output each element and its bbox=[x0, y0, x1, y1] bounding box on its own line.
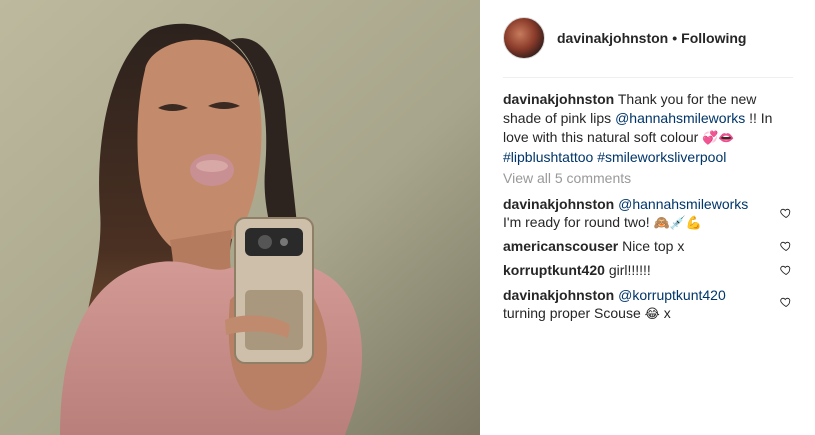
heart-icon[interactable] bbox=[780, 296, 792, 308]
caption-mention[interactable]: @hannahsmileworks bbox=[615, 110, 745, 126]
comment-mention[interactable]: @hannahsmileworks bbox=[618, 196, 748, 212]
following-button[interactable]: Following bbox=[681, 30, 746, 46]
comment-text-after: x bbox=[659, 305, 671, 321]
heart-icon[interactable] bbox=[780, 264, 792, 276]
post-username[interactable]: davinakjohnston bbox=[557, 30, 668, 46]
comment-username[interactable]: davinakjohnston bbox=[503, 196, 614, 212]
comment-item: americanscouser Nice top x bbox=[503, 237, 765, 255]
header-text: davinakjohnston • Following bbox=[557, 30, 746, 46]
caption-emojis: 💞👄 bbox=[702, 131, 735, 146]
photo-illustration bbox=[0, 0, 480, 435]
comment-item: davinakjohnston @hannahsmileworks I'm re… bbox=[503, 195, 765, 233]
separator-dot: • bbox=[672, 30, 678, 46]
hashtag-link[interactable]: #lipblushtattoo bbox=[503, 149, 593, 165]
comment-text: turning proper Scouse bbox=[503, 305, 645, 321]
caption: davinakjohnston Thank you for the new sh… bbox=[503, 90, 793, 167]
post-panel: davinakjohnston • Following davinakjohnsto… bbox=[481, 0, 815, 435]
post-photo[interactable] bbox=[0, 0, 480, 435]
avatar[interactable] bbox=[503, 17, 545, 59]
comment-mention[interactable]: @korruptkunt420 bbox=[618, 287, 726, 303]
post-header: davinakjohnston • Following bbox=[503, 16, 791, 60]
caption-username[interactable]: davinakjohnston bbox=[503, 91, 614, 107]
comment-text: girl!!!!!! bbox=[608, 262, 651, 278]
comment-username[interactable]: americanscouser bbox=[503, 238, 618, 254]
heart-icon[interactable] bbox=[780, 207, 792, 219]
comment-item: korruptkunt420 girl!!!!!! bbox=[503, 261, 765, 279]
hashtag-link[interactable]: #smileworksliverpool bbox=[597, 149, 726, 165]
comment-username[interactable]: davinakjohnston bbox=[503, 287, 614, 303]
comment-text: Nice top x bbox=[622, 238, 685, 254]
comment-username[interactable]: korruptkunt420 bbox=[503, 262, 605, 278]
comment-emojis: 🙈💉💪 bbox=[653, 216, 703, 231]
heart-icon[interactable] bbox=[780, 240, 792, 252]
view-all-comments-link[interactable]: View all 5 comments bbox=[503, 170, 631, 186]
comment-emojis: 😂 bbox=[644, 307, 660, 322]
header-divider bbox=[503, 77, 793, 78]
comment-item: davinakjohnston @korruptkunt420 turning … bbox=[503, 286, 765, 324]
comment-text: I'm ready for round two! bbox=[503, 214, 654, 230]
